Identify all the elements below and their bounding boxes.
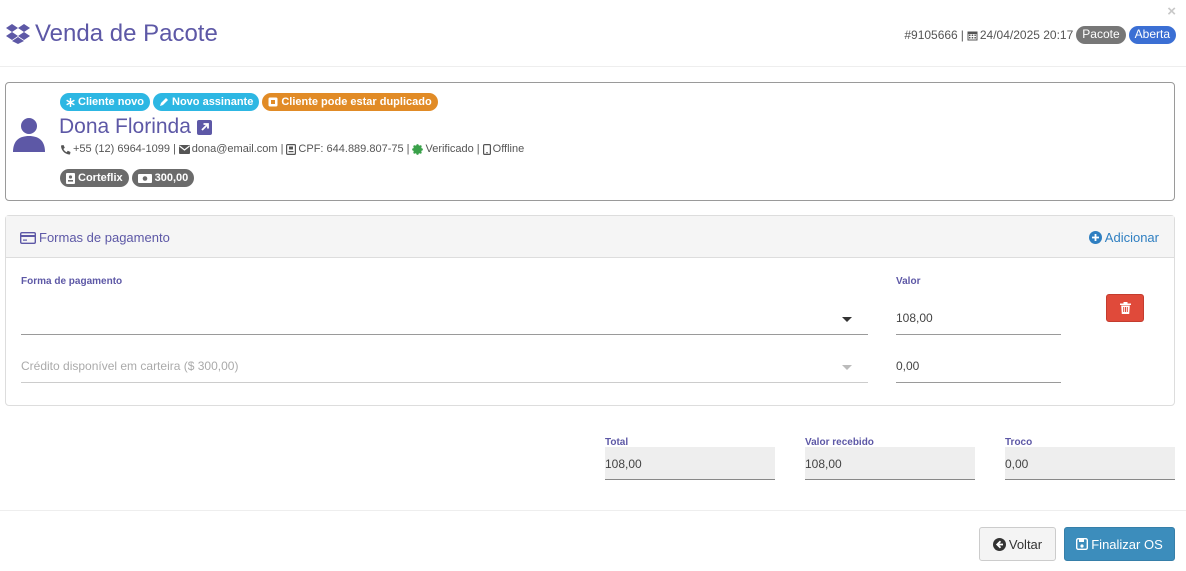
close-button[interactable]: ×	[1167, 3, 1176, 20]
change-field: 0,00	[1005, 447, 1175, 480]
payment-method-select[interactable]	[21, 300, 868, 335]
dropbox-icon	[6, 24, 30, 44]
client-cpf: CPF: 644.889.807-75	[298, 143, 404, 155]
client-email: dona@email.com	[191, 143, 278, 155]
tag-new-subscriber: Novo assinante	[153, 93, 260, 111]
money-icon	[137, 173, 152, 183]
client-contact: +55 (12) 6964-1099 | dona@email.com | CP…	[60, 143, 524, 155]
chevron-down-icon[interactable]	[842, 317, 852, 322]
credit-card-icon	[20, 231, 36, 244]
order-meta: #9105666 | 24/04/2025 20:17 Pacote Abert…	[904, 26, 1176, 44]
wallet-credit-value-input[interactable]: 0,00	[896, 348, 1061, 383]
external-link-icon[interactable]	[196, 119, 212, 135]
client-tags: Cliente novo Novo assinante Cliente pode…	[60, 93, 441, 111]
order-datetime: 24/04/2025 20:17	[979, 28, 1074, 42]
payment-panel: Formas de pagamento Adicionar Forma de p…	[5, 215, 1175, 406]
modal-footer: Voltar Finalizar OS	[0, 510, 1186, 571]
plus-circle-icon[interactable]	[1088, 231, 1102, 244]
back-button[interactable]: Voltar	[979, 527, 1056, 561]
asterisk-icon	[66, 97, 75, 107]
user-icon	[13, 118, 45, 152]
client-card: Cliente novo Novo assinante Cliente pode…	[5, 82, 1175, 201]
phone-icon	[61, 144, 71, 154]
client-verified: Verificado	[425, 143, 474, 155]
balance-pill: 300,00	[131, 169, 195, 187]
modal-title: Venda de Pacote	[5, 20, 218, 48]
client-device-status: Offline	[492, 143, 525, 155]
client-phone: +55 (12) 6964-1099	[73, 143, 170, 155]
pencil-icon	[160, 98, 169, 106]
arrow-left-circle-icon[interactable]	[992, 537, 1006, 551]
modal-header: Venda de Pacote × #9105666 | 24/04/2025 …	[0, 0, 1186, 67]
trash-icon[interactable]	[1119, 302, 1131, 314]
payment-method-label: Forma de pagamento	[21, 276, 123, 287]
tag-new-client: Cliente novo	[60, 93, 151, 111]
copy-icon	[268, 97, 278, 107]
type-badge: Pacote	[1076, 26, 1126, 44]
save-icon[interactable]	[1076, 538, 1089, 550]
payment-value-input[interactable]: 108,00	[896, 300, 1061, 335]
calendar-icon	[967, 31, 978, 40]
finish-order-button[interactable]: Finalizar OS	[1064, 527, 1175, 561]
payment-value-label: Valor	[896, 276, 921, 287]
chevron-down-icon[interactable]	[842, 365, 852, 370]
id-badge-icon	[66, 172, 75, 184]
client-name[interactable]: Dona Florinda	[59, 115, 212, 139]
delete-payment-button[interactable]	[1106, 294, 1144, 322]
order-id: #9105666	[904, 28, 958, 42]
total-field: 108,00	[605, 447, 775, 480]
id-card-icon	[286, 143, 297, 155]
wallet-credit-select[interactable]: Crédito disponível em carteira ($ 300,00…	[21, 348, 868, 383]
sale-modal: Venda de Pacote × #9105666 | 24/04/2025 …	[0, 0, 1186, 571]
mobile-icon	[482, 143, 491, 155]
plan-pill: Corteflix	[60, 169, 129, 187]
status-badge: Aberta	[1128, 26, 1176, 44]
payment-panel-header: Formas de pagamento Adicionar	[6, 216, 1174, 258]
modal-title-text: Venda de Pacote	[35, 20, 218, 47]
envelope-icon	[178, 144, 190, 154]
tag-possible-duplicate: Cliente pode estar duplicado	[262, 93, 438, 111]
verified-icon	[412, 143, 424, 155]
received-field[interactable]: 108,00	[805, 447, 975, 480]
client-pills: Corteflix 300,00	[60, 169, 197, 187]
payment-panel-title: Formas de pagamento	[20, 230, 170, 245]
add-payment-button[interactable]: Adicionar	[1088, 230, 1159, 245]
